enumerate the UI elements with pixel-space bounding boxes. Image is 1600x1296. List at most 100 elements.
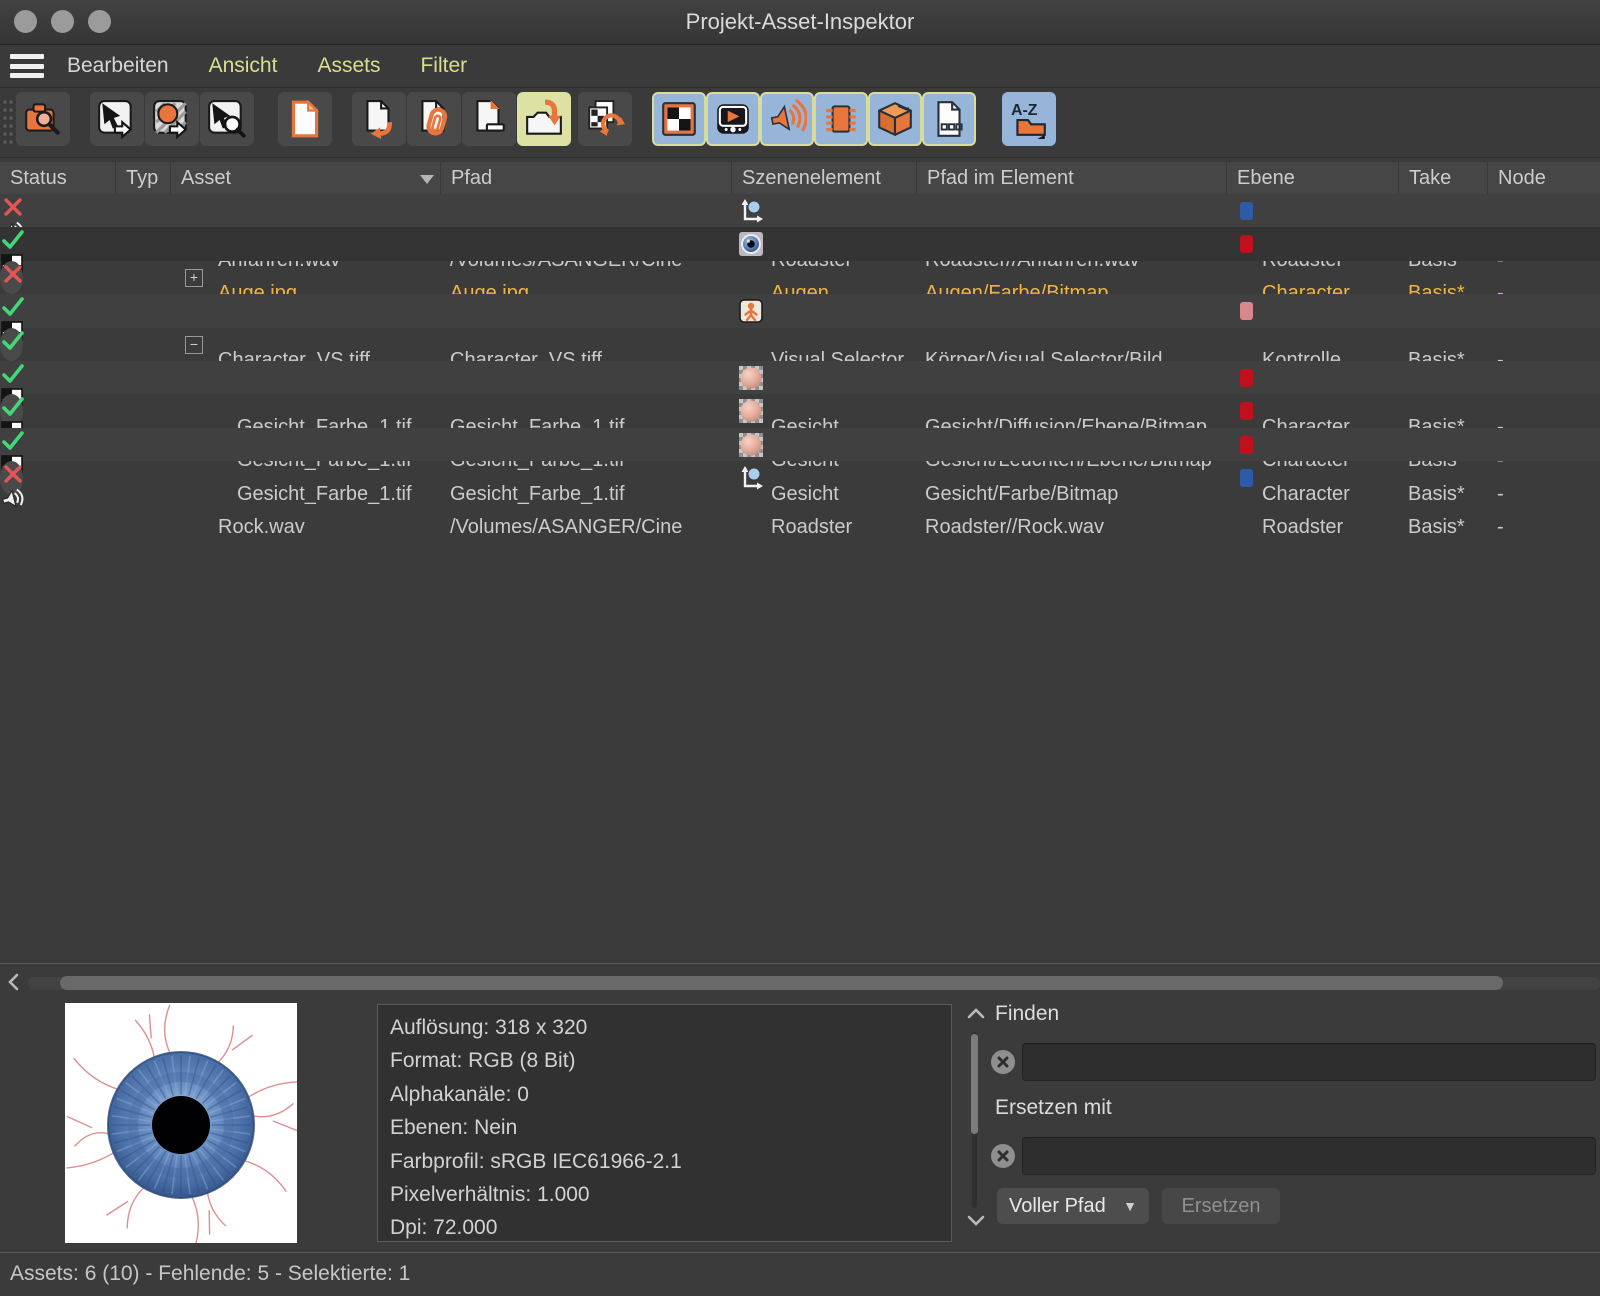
title-bar: Projekt-Asset-Inspektor [0,0,1600,45]
status-ok-icon [0,394,26,420]
unlink-document-icon [469,99,509,139]
replace-button[interactable]: Ersetzen [1162,1188,1280,1224]
table-row[interactable]: Auge.jpgAuge.jpgAugenAugen/Farbe/BitmapC… [0,227,1600,260]
menu-bearbeiten[interactable]: Bearbeiten [67,54,169,78]
status-ok-icon [0,361,26,387]
null-object-icon [739,466,763,490]
status-bar-text: Assets: 6 (10) - Fehlende: 5 - Selektier… [10,1262,410,1285]
toolbar-button-create-document[interactable] [278,92,332,146]
audio-type-icon [0,487,24,511]
status-missing-icon [0,194,26,220]
toolbar-button-locate-asset[interactable] [200,92,254,146]
replace-mode-dropdown[interactable]: Voller Pfad ▼ [997,1188,1149,1224]
menu-ansicht[interactable]: Ansicht [209,54,278,78]
null-object-icon [739,199,763,223]
sort-az-icon: A-Z [1009,99,1049,139]
column-header-asset[interactable]: Asset [170,162,440,194]
null-object-icon [739,199,763,223]
table-bottom-divider [0,963,1600,964]
panel-scroll-down-arrow[interactable] [966,1214,986,1228]
table-row[interactable]: −Gesicht_Farbe_1.tif (3)Gesicht_Farbe_1.… [0,328,23,361]
find-input[interactable] [1022,1043,1596,1081]
visual-selector-icon [739,299,763,323]
cell-node: - [1497,511,1537,544]
toolbar-button-select-material[interactable] [145,92,199,146]
toolbar-button-sort-az[interactable]: A-Z [1002,92,1056,146]
panel-scrollbar-thumb[interactable] [971,1034,978,1134]
material-sphere-icon [739,399,763,423]
column-header-node[interactable]: Node [1487,162,1600,194]
toolbar-button-collect-assets[interactable] [517,92,571,146]
collect-assets-icon [524,99,564,139]
hscroll-left-arrow[interactable] [6,972,22,992]
cell-asset: Rock.wav [218,511,437,544]
toolbar-button-filter-ies[interactable] [814,92,868,146]
link-document-icon [414,99,454,139]
material-sphere-icon [739,433,763,457]
toolbar-button-filter-substances[interactable] [868,92,922,146]
audio-filter-icon [767,99,807,139]
clear-replace-button[interactable] [991,1144,1015,1168]
status-ok-icon [0,294,26,320]
toolbar-button-filter-videos[interactable] [706,92,760,146]
toolbar-button-select-asset[interactable] [90,92,144,146]
column-header-typ[interactable]: Typ [115,162,170,194]
table-row[interactable]: Character_VS.tiffCharacter_VS.tiffVisual… [0,294,1600,327]
eye-icon [739,232,763,256]
new-document-icon [285,99,325,139]
visual-selector-icon [739,299,763,323]
toolbar-button-filter-audio[interactable] [760,92,814,146]
convert-assets-icon [585,99,625,139]
table-row[interactable]: Gesicht_Farbe_1.tifGesicht_Farbe_1.tifGe… [0,394,23,427]
cell-szenenelement: Roadster [771,511,915,544]
asset-metadata-panel: Auflösung: 318 x 320 Format: RGB (8 Bit)… [377,1004,952,1242]
meta-pixelratio: Pixelverhältnis: 1.000 [378,1178,951,1211]
toolbar-button-search-assets[interactable] [16,92,70,146]
meta-resolution: Auflösung: 318 x 320 [378,1011,951,1044]
column-header-status[interactable]: Status [0,162,115,194]
toolbar-button-link-asset[interactable] [407,92,461,146]
replace-input[interactable] [1022,1137,1596,1175]
toolbar-button-convert-assets[interactable] [578,92,632,146]
column-header-szenenelement[interactable]: Szenenelement [731,162,916,194]
table-row[interactable]: Gesicht_Farbe_1.tifGesicht_Farbe_1.tifGe… [0,361,1600,394]
layer-color-swatch [1240,235,1253,253]
material-sphere-icon [739,366,763,390]
toolbar-drag-handle[interactable] [2,98,13,146]
menu-bar: Bearbeiten Ansicht Assets Filter [0,45,1600,88]
status-missing-icon [0,194,26,220]
table-row[interactable]: +basic033.jpg (3)preset://prime.lib4d/Ma… [0,261,23,294]
column-header-ebene[interactable]: Ebene [1226,162,1398,194]
toolbar-button-filter-textures[interactable] [652,92,706,146]
column-header-take[interactable]: Take [1398,162,1487,194]
cell-szenenelement: Gesicht [771,478,915,511]
panel-scroll-up-arrow[interactable] [966,1006,986,1020]
cell-take: Basis* [1408,478,1486,511]
horizontal-scrollbar-thumb[interactable] [60,976,1503,990]
toolbar-button-filter-other[interactable] [922,92,976,146]
toolbar-button-unlink-asset[interactable] [462,92,516,146]
menu-assets[interactable]: Assets [317,54,380,78]
menu-filter[interactable]: Filter [420,54,467,78]
column-header-pfad[interactable]: Pfad [440,162,731,194]
window-title: Projekt-Asset-Inspektor [0,0,1600,44]
tree-expander-plus[interactable]: + [185,269,203,287]
texture-filter-icon [659,99,699,139]
select-material-icon [152,99,192,139]
svg-text:A-Z: A-Z [1011,102,1038,119]
select-asset-icon [97,99,137,139]
layer-color-swatch [1240,469,1253,487]
layer-color-swatch [1240,369,1253,387]
column-header-pfad-im-element[interactable]: Pfad im Element [916,162,1226,194]
meta-dpi: Dpi: 72.000 [378,1211,951,1244]
cell-node: - [1497,478,1537,511]
table-row[interactable]: Rock.wav/Volumes/ASANGER/CineRoadsterRoa… [0,461,23,494]
table-row[interactable]: Anfahren.wav/Volumes/ASANGER/CineRoadste… [0,194,1600,227]
find-label: Finden [995,1002,1059,1026]
cell-pfad-im-element: Gesicht/Farbe/Bitmap [925,478,1225,511]
clear-find-button[interactable] [991,1050,1015,1074]
toolbar-button-relink-asset[interactable] [352,92,406,146]
table-row[interactable]: Gesicht_Farbe_1.tifGesicht_Farbe_1.tifGe… [0,428,1600,461]
tree-expander-minus[interactable]: − [185,336,203,354]
hamburger-menu-icon[interactable] [10,54,44,78]
